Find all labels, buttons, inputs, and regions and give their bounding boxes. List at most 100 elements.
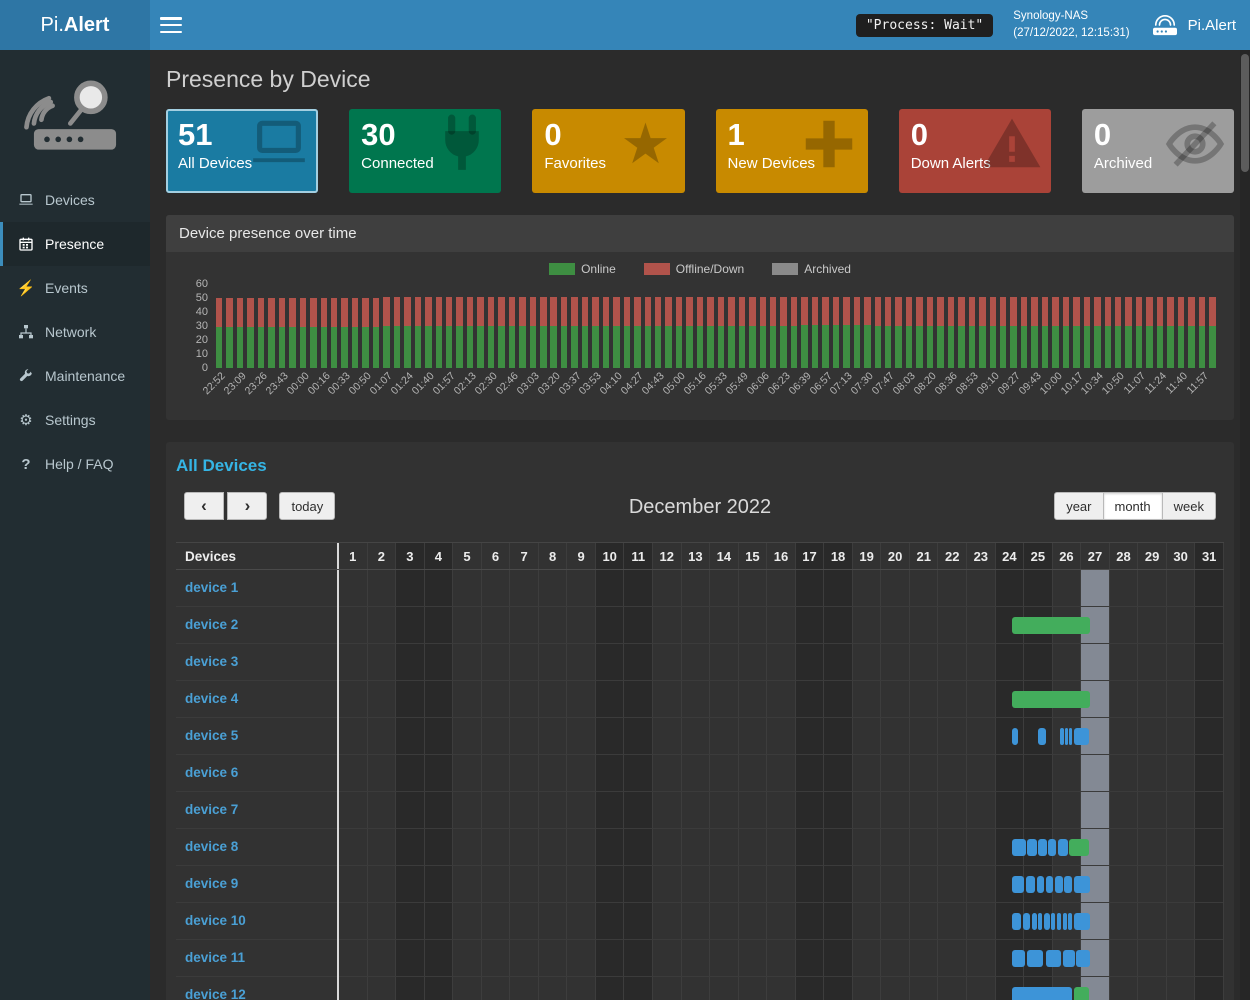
presence-event-blue[interactable] bbox=[1012, 950, 1025, 967]
presence-event-blue[interactable] bbox=[1074, 876, 1090, 893]
device-name-link[interactable]: device 5 bbox=[176, 718, 337, 755]
day-column-15[interactable] bbox=[738, 570, 767, 1000]
day-column-18[interactable] bbox=[823, 570, 852, 1000]
device-name-link[interactable]: device 3 bbox=[176, 644, 337, 681]
presence-event-blue[interactable] bbox=[1058, 839, 1067, 856]
day-column-14[interactable] bbox=[709, 570, 738, 1000]
calendar-view-month-button[interactable]: month bbox=[1103, 492, 1163, 520]
calendar-next-button[interactable]: › bbox=[227, 492, 267, 520]
presence-event-blue[interactable] bbox=[1012, 987, 1072, 1000]
presence-event-blue[interactable] bbox=[1038, 913, 1042, 930]
day-column-31[interactable] bbox=[1194, 570, 1223, 1000]
day-column-7[interactable] bbox=[509, 570, 538, 1000]
day-column-22[interactable] bbox=[937, 570, 966, 1000]
presence-event-blue[interactable] bbox=[1026, 876, 1036, 893]
presence-event-blue[interactable] bbox=[1060, 728, 1063, 745]
presence-event-blue[interactable] bbox=[1074, 913, 1090, 930]
presence-event-blue[interactable] bbox=[1032, 913, 1037, 930]
calendar-prev-button[interactable]: ‹ bbox=[184, 492, 224, 520]
presence-event-blue[interactable] bbox=[1038, 839, 1047, 856]
day-column-16[interactable] bbox=[766, 570, 795, 1000]
day-column-30[interactable] bbox=[1166, 570, 1195, 1000]
day-column-12[interactable] bbox=[652, 570, 681, 1000]
day-column-4[interactable] bbox=[424, 570, 453, 1000]
day-column-9[interactable] bbox=[566, 570, 595, 1000]
presence-event-blue[interactable] bbox=[1044, 913, 1050, 930]
info-box-all-devices[interactable]: 51All Devices bbox=[166, 109, 318, 193]
presence-event-blue[interactable] bbox=[1046, 876, 1053, 893]
sidebar-item-help[interactable]: ?Help / FAQ bbox=[0, 442, 150, 486]
calendar-view-week-button[interactable]: week bbox=[1162, 492, 1216, 520]
presence-event-blue[interactable] bbox=[1037, 876, 1044, 893]
presence-event-blue[interactable] bbox=[1068, 913, 1072, 930]
info-box-new-devices[interactable]: 1New Devices bbox=[716, 109, 868, 193]
presence-event-blue[interactable] bbox=[1046, 950, 1061, 967]
info-box-down-alerts[interactable]: 0Down Alerts bbox=[899, 109, 1051, 193]
presence-event-blue[interactable] bbox=[1027, 950, 1044, 967]
calendar-today-button[interactable]: today bbox=[279, 492, 335, 520]
sidebar-item-events[interactable]: ⚡Events bbox=[0, 266, 150, 310]
presence-event-blue[interactable] bbox=[1012, 913, 1021, 930]
sidebar-item-presence[interactable]: Presence bbox=[0, 222, 150, 266]
presence-event-blue[interactable] bbox=[1012, 876, 1024, 893]
presence-event-blue[interactable] bbox=[1074, 728, 1089, 745]
presence-event-green[interactable] bbox=[1069, 839, 1089, 856]
day-column-10[interactable] bbox=[595, 570, 624, 1000]
presence-event-blue[interactable] bbox=[1076, 950, 1090, 967]
presence-event-blue[interactable] bbox=[1023, 913, 1030, 930]
device-name-link[interactable]: device 9 bbox=[176, 866, 337, 903]
device-name-link[interactable]: device 12 bbox=[176, 977, 337, 1000]
device-name-link[interactable]: device 11 bbox=[176, 940, 337, 977]
sidebar-item-network[interactable]: Network bbox=[0, 310, 150, 354]
day-column-2[interactable] bbox=[367, 570, 396, 1000]
day-column-24[interactable] bbox=[995, 570, 1024, 1000]
day-column-17[interactable] bbox=[795, 570, 824, 1000]
presence-event-blue[interactable] bbox=[1063, 950, 1074, 967]
brand-logo[interactable]: Pi.Alert bbox=[0, 0, 150, 50]
device-name-link[interactable]: device 4 bbox=[176, 681, 337, 718]
sidebar-item-devices[interactable]: Devices bbox=[0, 178, 150, 222]
day-column-6[interactable] bbox=[481, 570, 510, 1000]
page-scrollbar[interactable] bbox=[1240, 50, 1250, 1000]
day-column-21[interactable] bbox=[909, 570, 938, 1000]
info-box-connected[interactable]: 30Connected bbox=[349, 109, 501, 193]
device-name-link[interactable]: device 6 bbox=[176, 755, 337, 792]
presence-event-green[interactable] bbox=[1074, 987, 1089, 1000]
presence-event-blue[interactable] bbox=[1027, 839, 1036, 856]
info-box-favorites[interactable]: 0Favorites★ bbox=[532, 109, 684, 193]
day-column-27[interactable] bbox=[1080, 570, 1109, 1000]
presence-event-green[interactable] bbox=[1012, 617, 1090, 634]
presence-event-blue[interactable] bbox=[1012, 839, 1026, 856]
presence-event-blue[interactable] bbox=[1055, 876, 1063, 893]
calendar-view-year-button[interactable]: year bbox=[1054, 492, 1103, 520]
device-name-link[interactable]: device 10 bbox=[176, 903, 337, 940]
presence-event-blue[interactable] bbox=[1051, 913, 1055, 930]
scrollbar-thumb[interactable] bbox=[1241, 54, 1249, 172]
day-column-3[interactable] bbox=[395, 570, 424, 1000]
day-column-29[interactable] bbox=[1137, 570, 1166, 1000]
presence-event-blue[interactable] bbox=[1057, 913, 1061, 930]
presence-event-green[interactable] bbox=[1012, 691, 1090, 708]
day-column-19[interactable] bbox=[852, 570, 881, 1000]
day-column-20[interactable] bbox=[880, 570, 909, 1000]
day-column-11[interactable] bbox=[623, 570, 652, 1000]
device-name-link[interactable]: device 8 bbox=[176, 829, 337, 866]
day-column-13[interactable] bbox=[681, 570, 710, 1000]
day-column-28[interactable] bbox=[1109, 570, 1138, 1000]
day-column-8[interactable] bbox=[538, 570, 567, 1000]
device-name-link[interactable]: device 1 bbox=[176, 570, 337, 607]
presence-event-blue[interactable] bbox=[1012, 728, 1018, 745]
sidebar-item-maintenance[interactable]: Maintenance bbox=[0, 354, 150, 398]
info-box-archived[interactable]: 0Archived bbox=[1082, 109, 1234, 193]
presence-event-blue[interactable] bbox=[1069, 728, 1072, 745]
presence-event-blue[interactable] bbox=[1063, 913, 1067, 930]
presence-event-blue[interactable] bbox=[1038, 728, 1045, 745]
day-column-26[interactable] bbox=[1052, 570, 1081, 1000]
device-name-link[interactable]: device 2 bbox=[176, 607, 337, 644]
day-column-25[interactable] bbox=[1023, 570, 1052, 1000]
device-name-link[interactable]: device 7 bbox=[176, 792, 337, 829]
day-column-5[interactable] bbox=[452, 570, 481, 1000]
day-column-1[interactable] bbox=[339, 570, 367, 1000]
presence-event-blue[interactable] bbox=[1065, 728, 1068, 745]
sidebar-item-settings[interactable]: ⚙Settings bbox=[0, 398, 150, 442]
